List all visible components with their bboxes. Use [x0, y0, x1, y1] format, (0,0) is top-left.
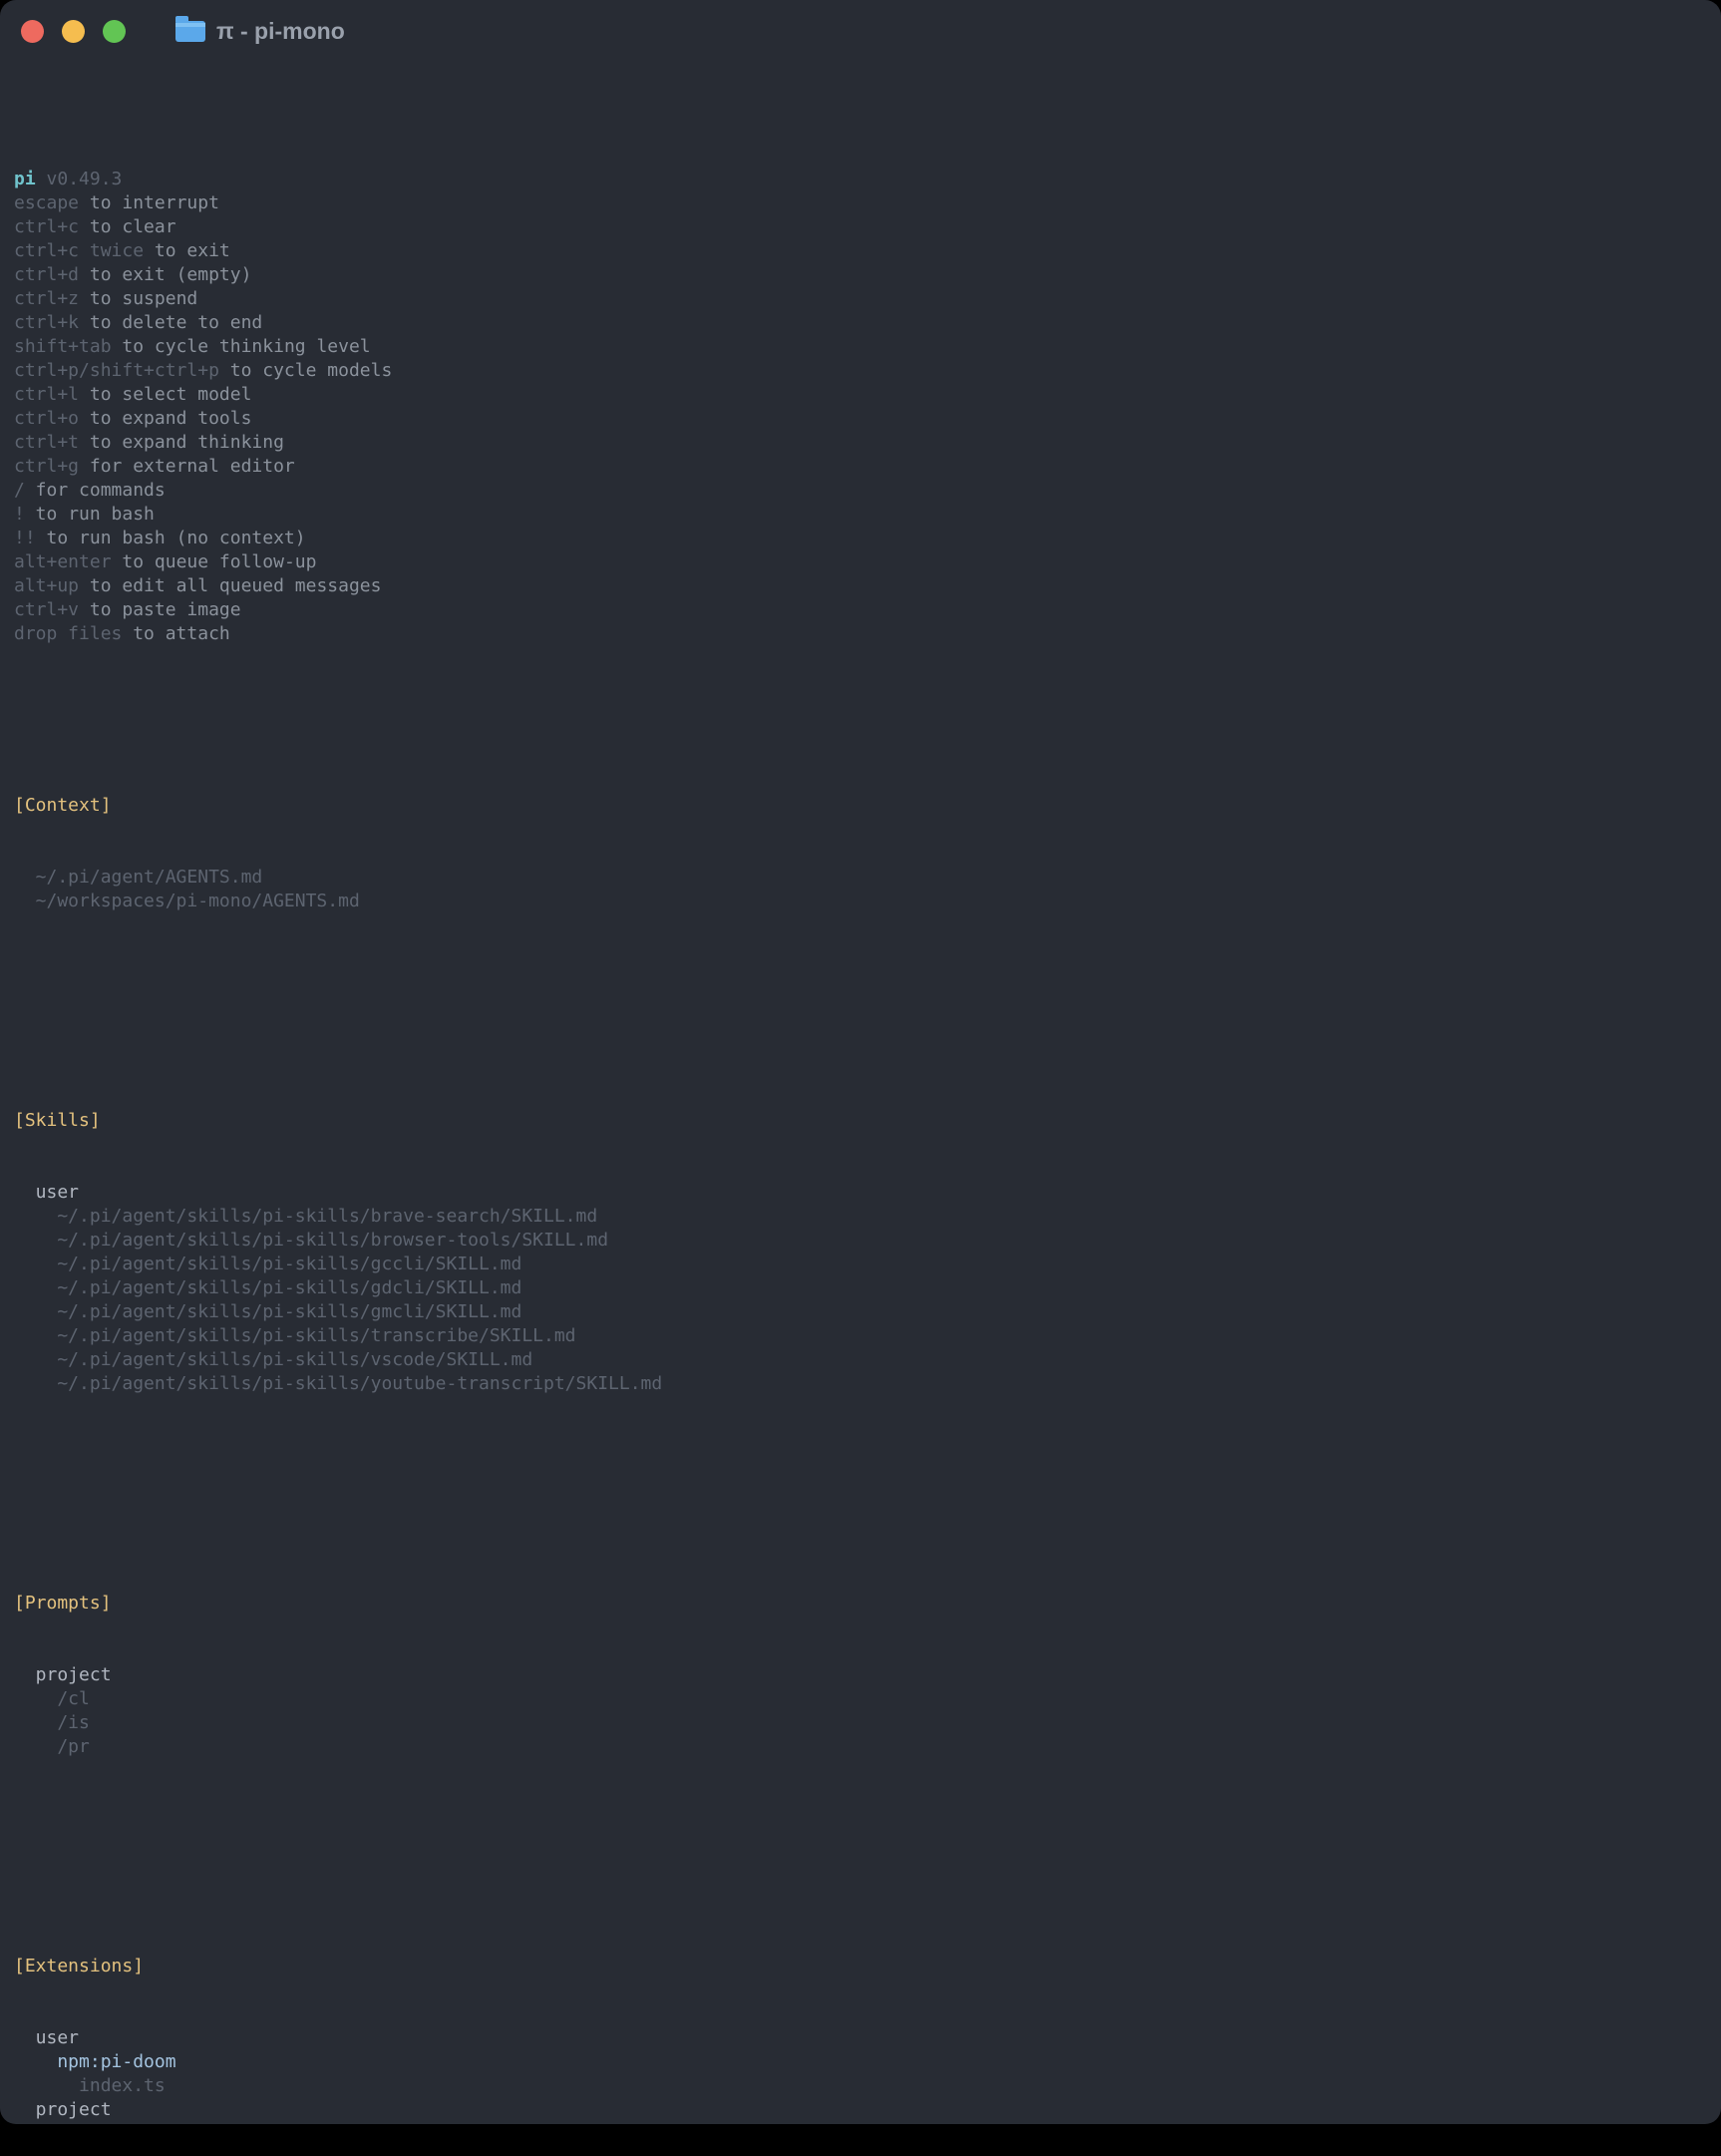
terminal-line: ctrl+z to suspend	[0, 287, 1721, 311]
terminal-line: alt+up to edit all queued messages	[0, 574, 1721, 598]
terminal-line: npm:pi-doom	[0, 2050, 1721, 2074]
terminal-line: ctrl+d to exit (empty)	[0, 263, 1721, 287]
terminal-line: pi v0.49.3	[0, 168, 1721, 191]
terminal-line: ctrl+c twice to exit	[0, 239, 1721, 263]
terminal-line: drop files to attach	[0, 622, 1721, 646]
terminal-line: ~/workspaces/pi-mono/.pi/extensions/diff…	[0, 2122, 1721, 2124]
terminal-line: ~/.pi/agent/AGENTS.md	[0, 866, 1721, 890]
terminal-line: / for commands	[0, 479, 1721, 503]
terminal-line: ctrl+t to expand thinking	[0, 431, 1721, 455]
terminal-line: escape to interrupt	[0, 191, 1721, 215]
terminal-line: /cl	[0, 1687, 1721, 1711]
terminal-line: index.ts	[0, 2074, 1721, 2098]
terminal-line: ctrl+p/shift+ctrl+p to cycle models	[0, 359, 1721, 383]
terminal-line: ~/.pi/agent/skills/pi-skills/gmcli/SKILL…	[0, 1300, 1721, 1324]
terminal-line: ~/.pi/agent/skills/pi-skills/vscode/SKIL…	[0, 1348, 1721, 1372]
terminal-line: ~/.pi/agent/skills/pi-skills/brave-searc…	[0, 1205, 1721, 1229]
terminal-line: ctrl+l to select model	[0, 383, 1721, 407]
terminal-line: project	[0, 1663, 1721, 1687]
title-bar: π - pi-mono	[0, 0, 1721, 62]
section-skills: [Skills] user ~/.pi/agent/skills/pi-skil…	[0, 1061, 1721, 1444]
terminal-line: ctrl+v to paste image	[0, 598, 1721, 622]
section-context: [Context] ~/.pi/agent/AGENTS.md ~/worksp…	[0, 746, 1721, 961]
terminal-line: ctrl+k to delete to end	[0, 311, 1721, 335]
folder-icon	[175, 21, 205, 42]
section-header-extensions: [Extensions]	[0, 1955, 1721, 1978]
terminal-line: ~/.pi/agent/skills/pi-skills/gccli/SKILL…	[0, 1253, 1721, 1276]
section-header-context: [Context]	[0, 794, 1721, 818]
section-prompts: [Prompts] project /cl /is /pr	[0, 1544, 1721, 1807]
terminal-window: π - pi-mono pi v0.49.3escape to interrup…	[0, 0, 1721, 2124]
terminal-line: ~/.pi/agent/skills/pi-skills/gdcli/SKILL…	[0, 1276, 1721, 1300]
terminal-line: !! to run bash (no context)	[0, 527, 1721, 550]
terminal-line: /pr	[0, 1735, 1721, 1759]
maximize-window-button[interactable]	[103, 20, 126, 43]
terminal-line: ctrl+g for external editor	[0, 455, 1721, 479]
terminal-line: /is	[0, 1711, 1721, 1735]
minimize-window-button[interactable]	[62, 20, 85, 43]
close-window-button[interactable]	[21, 20, 44, 43]
banner: pi v0.49.3escape to interruptctrl+c to c…	[0, 168, 1721, 646]
terminal-line: ctrl+c to clear	[0, 215, 1721, 239]
terminal-line: shift+tab to cycle thinking level	[0, 335, 1721, 359]
section-header-skills: [Skills]	[0, 1109, 1721, 1133]
extensions-items: user npm:pi-doom index.ts project ~/work…	[0, 2026, 1721, 2124]
terminal-line: ~/.pi/agent/skills/pi-skills/youtube-tra…	[0, 1372, 1721, 1396]
window-title: π - pi-mono	[216, 18, 345, 45]
section-header-prompts: [Prompts]	[0, 1592, 1721, 1616]
terminal-line: alt+enter to queue follow-up	[0, 550, 1721, 574]
terminal-line: ~/workspaces/pi-mono/AGENTS.md	[0, 890, 1721, 913]
skills-paths: user ~/.pi/agent/skills/pi-skills/brave-…	[0, 1181, 1721, 1396]
terminal-line: ~/.pi/agent/skills/pi-skills/browser-too…	[0, 1229, 1721, 1253]
section-extensions: [Extensions] user npm:pi-doom index.ts p…	[0, 1907, 1721, 2124]
terminal-line: ! to run bash	[0, 503, 1721, 527]
terminal-line: ~/.pi/agent/skills/pi-skills/transcribe/…	[0, 1324, 1721, 1348]
terminal-line: user	[0, 1181, 1721, 1205]
terminal-line: ctrl+o to expand tools	[0, 407, 1721, 431]
terminal-line: user	[0, 2026, 1721, 2050]
terminal-content: pi v0.49.3escape to interruptctrl+c to c…	[0, 62, 1721, 2124]
context-paths: ~/.pi/agent/AGENTS.md ~/workspaces/pi-mo…	[0, 866, 1721, 913]
terminal-line: project	[0, 2098, 1721, 2122]
screen: { "title_bar": { "title": "π - pi-mono" …	[0, 0, 1721, 2156]
prompts-items: project /cl /is /pr	[0, 1663, 1721, 1759]
